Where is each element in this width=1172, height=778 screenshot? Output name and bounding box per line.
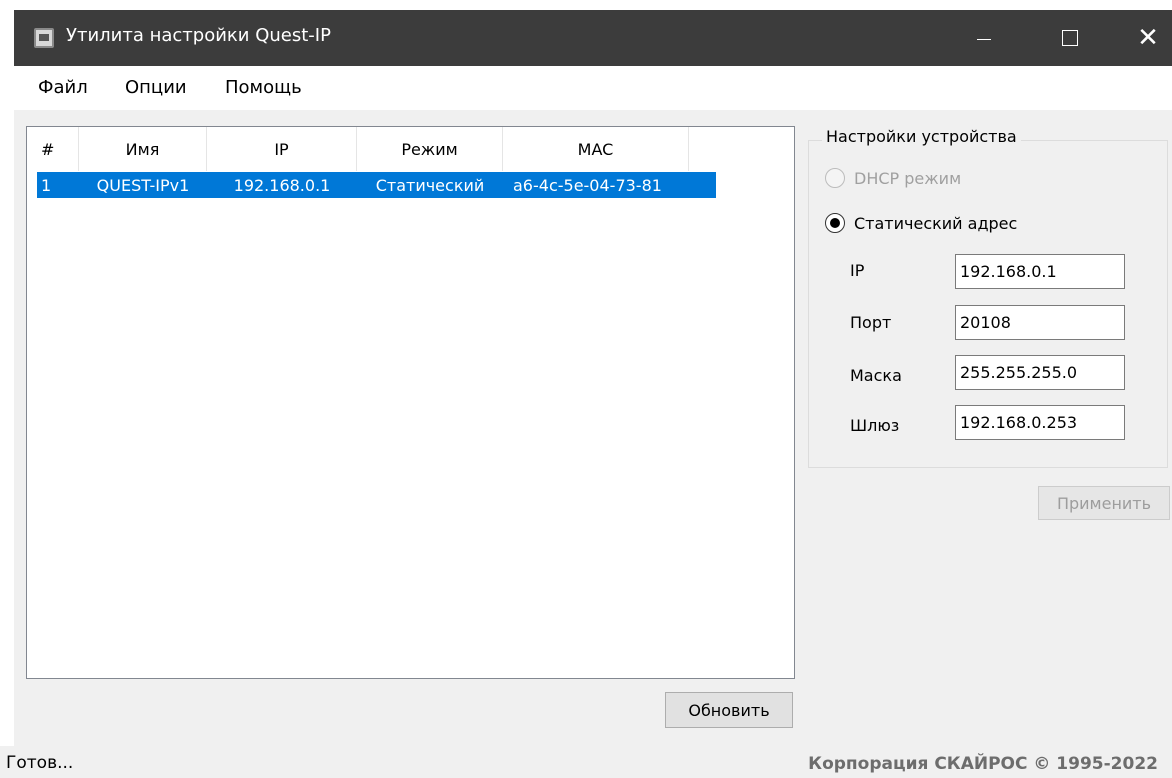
status-bar: Готов... Корпорация СКАЙРОС © 1995-2022 xyxy=(0,746,1172,778)
minimize-icon xyxy=(977,38,991,40)
status-text: Готов... xyxy=(6,753,74,773)
device-list[interactable]: # Имя IP Режим MAC 1 QUEST-IPv1 192.168.… xyxy=(26,126,795,679)
device-settings-title: Настройки устройства xyxy=(822,127,1021,146)
column-header-mode[interactable]: Режим xyxy=(357,127,503,171)
column-header-mac[interactable]: MAC xyxy=(503,127,689,171)
ip-field[interactable] xyxy=(955,254,1125,289)
menu-help[interactable]: Помощь xyxy=(225,77,302,98)
refresh-button[interactable]: Обновить xyxy=(665,692,793,728)
radio-unchecked-icon xyxy=(825,168,845,188)
cell-mode: Статический xyxy=(375,175,485,195)
static-address-label: Статический адрес xyxy=(854,213,1018,233)
dhcp-mode-radio[interactable]: DHCP режим xyxy=(825,168,961,188)
dhcp-mode-label: DHCP режим xyxy=(854,168,962,188)
cell-name: QUEST-IPv1 xyxy=(96,175,190,195)
menu-file[interactable]: Файл xyxy=(38,77,88,98)
minimize-button[interactable] xyxy=(958,10,1010,66)
menu-options[interactable]: Опции xyxy=(125,77,187,98)
column-header-ip[interactable]: IP xyxy=(207,127,357,171)
menu-bar: Файл Опции Помощь xyxy=(14,66,1172,110)
ip-label: IP xyxy=(850,261,865,280)
list-header: # Имя IP Режим MAC xyxy=(27,127,794,171)
maximize-button[interactable] xyxy=(1044,10,1096,66)
maximize-icon xyxy=(1062,30,1078,46)
app-icon xyxy=(34,28,54,48)
mask-label: Маска xyxy=(850,366,902,385)
radio-checked-icon xyxy=(825,213,845,233)
title-bar: Утилита настройки Quest-IP ✕ xyxy=(14,10,1172,66)
apply-button[interactable]: Применить xyxy=(1038,486,1170,520)
gateway-label: Шлюз xyxy=(850,416,900,435)
cell-ip: 192.168.0.1 xyxy=(233,175,331,195)
window-title: Утилита настройки Quest-IP xyxy=(66,25,331,46)
mask-field[interactable] xyxy=(955,355,1125,390)
copyright-text: Корпорация СКАЙРОС © 1995-2022 xyxy=(808,754,1158,774)
close-button[interactable]: ✕ xyxy=(1122,10,1172,66)
gateway-field[interactable] xyxy=(955,405,1125,440)
column-header-number[interactable]: # xyxy=(27,127,79,171)
column-header-name[interactable]: Имя xyxy=(79,127,207,171)
cell-mac: a6-4c-5e-04-73-81 xyxy=(513,175,662,195)
table-row[interactable]: 1 QUEST-IPv1 192.168.0.1 Статический a6-… xyxy=(37,172,716,198)
static-address-radio[interactable]: Статический адрес xyxy=(825,213,1017,233)
port-label: Порт xyxy=(850,313,892,332)
close-icon: ✕ xyxy=(1137,23,1159,53)
port-field[interactable] xyxy=(955,305,1125,340)
cell-number: 1 xyxy=(41,175,52,195)
